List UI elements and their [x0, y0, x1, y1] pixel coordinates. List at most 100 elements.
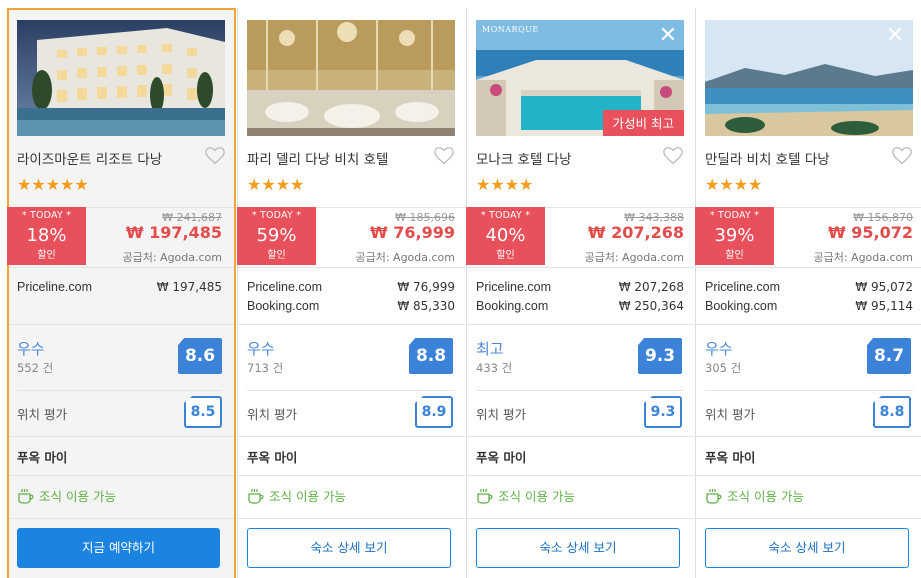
offer-list: Priceline.com ₩ 95,072 Booking.com ₩ 95,…: [705, 278, 913, 316]
divider: [705, 390, 913, 391]
hotel-card[interactable]: 라이즈마운트 리조트 다낭 ★★★★★ * TODAY * 18% 할인 ₩ 2…: [7, 8, 236, 578]
divider: [695, 436, 921, 437]
offer-row[interactable]: Booking.com ₩ 250,364: [476, 297, 684, 316]
divider: [9, 267, 234, 268]
deal-price[interactable]: ₩ 95,072: [828, 223, 913, 242]
location-rating-label: 위치 평가: [247, 407, 297, 422]
hotel-photo[interactable]: MONARQUE 가성비 최고: [476, 20, 684, 136]
area-name: 푸옥 마이: [247, 450, 298, 465]
offer-provider: Priceline.com: [247, 280, 323, 294]
divider: [9, 324, 234, 325]
hotel-card[interactable]: ✕ 만딜라 비치 호텔 다낭 ★★★★ * TODAY * 39% 할인 ₩ 1…: [695, 8, 921, 578]
offer-row[interactable]: Priceline.com ₩ 95,072: [705, 278, 913, 297]
review-score-badge: 8.7: [867, 338, 911, 374]
offer-row[interactable]: Priceline.com ₩ 76,999: [247, 278, 455, 297]
divider: [9, 518, 234, 519]
hotel-photo[interactable]: [247, 20, 455, 136]
location-score-badge: 8.5: [184, 396, 222, 428]
supplier-label: 공급처: Agoda.com: [813, 251, 913, 264]
divider: [695, 475, 921, 476]
star-rating: ★★★★: [247, 175, 305, 194]
location-rating-label: 위치 평가: [476, 407, 526, 422]
offer-provider: Booking.com: [705, 299, 778, 313]
discount-label: 할인: [496, 250, 515, 261]
card-divider: [466, 8, 467, 578]
review-count: 305 건: [705, 361, 742, 375]
divider: [17, 390, 222, 391]
offer-price: ₩ 197,485: [156, 280, 222, 294]
star-rating: ★★★★: [476, 175, 534, 194]
heart-icon[interactable]: [891, 145, 913, 167]
location-score-badge: 8.8: [873, 396, 911, 428]
divider: [237, 324, 465, 325]
offer-list: Priceline.com ₩ 76,999 Booking.com ₩ 85,…: [247, 278, 455, 316]
divider: [247, 390, 455, 391]
hotel-card[interactable]: MONARQUE 가성비 최고 ✕ 모나크 호텔 다낭 ★★★★ * TODAY…: [466, 8, 694, 578]
deal-price[interactable]: ₩ 76,999: [370, 223, 455, 242]
discount-label: 할인: [267, 250, 286, 261]
divider: [695, 267, 921, 268]
rating-word: 우수: [705, 340, 733, 358]
today-label: * TODAY *: [480, 210, 531, 221]
location-rating-label: 위치 평가: [17, 407, 67, 422]
close-icon[interactable]: ✕: [656, 24, 680, 48]
divider: [466, 518, 694, 519]
hotel-name[interactable]: 만딜라 비치 호텔 다낭: [705, 148, 830, 168]
offer-row[interactable]: Booking.com ₩ 95,114: [705, 297, 913, 316]
heart-icon[interactable]: [204, 145, 226, 167]
breakfast-label: 조식 이용 가능: [39, 489, 116, 504]
coffee-cup-icon: [706, 488, 722, 504]
divider: [466, 475, 694, 476]
area-name: 푸옥 마이: [476, 450, 527, 465]
hotel-name[interactable]: 파리 델리 다낭 비치 호텔: [247, 148, 388, 168]
today-label: * TODAY *: [709, 210, 760, 221]
best-value-ribbon: 가성비 최고: [602, 110, 684, 136]
supplier-label: 공급처: Agoda.com: [355, 251, 455, 264]
book-now-button[interactable]: 지금 예약하기: [17, 528, 220, 568]
breakfast-label: 조식 이용 가능: [498, 489, 575, 504]
deal-price[interactable]: ₩ 207,268: [588, 223, 684, 242]
location-rating-label: 위치 평가: [705, 407, 755, 422]
supplier-label: 공급처: Agoda.com: [584, 251, 684, 264]
hotel-photo[interactable]: [17, 20, 225, 136]
breakfast-info: 조식 이용 가능: [705, 486, 804, 505]
offer-price: ₩ 250,364: [618, 299, 684, 313]
breakfast-info: 조식 이용 가능: [247, 486, 346, 505]
discount-badge: * TODAY * 59% 할인: [237, 207, 316, 265]
hotel-name[interactable]: 라이즈마운트 리조트 다낭: [17, 148, 162, 168]
heart-icon[interactable]: [662, 145, 684, 167]
close-icon[interactable]: ✕: [883, 24, 907, 48]
review-score-badge: 9.3: [638, 338, 682, 374]
breakfast-info: 조식 이용 가능: [476, 486, 575, 505]
breakfast-label: 조식 이용 가능: [727, 489, 804, 504]
hotel-name[interactable]: 모나크 호텔 다낭: [476, 148, 572, 168]
view-details-button[interactable]: 숙소 상세 보기: [476, 528, 680, 568]
offer-row[interactable]: Booking.com ₩ 85,330: [247, 297, 455, 316]
star-rating: ★★★★: [705, 175, 763, 194]
discount-percent: 59%: [256, 225, 297, 246]
breakfast-label: 조식 이용 가능: [269, 489, 346, 504]
offer-provider: Priceline.com: [17, 280, 93, 294]
divider: [9, 475, 234, 476]
offer-row[interactable]: Priceline.com ₩ 207,268: [476, 278, 684, 297]
discount-percent: 39%: [714, 225, 755, 246]
offer-price: ₩ 85,330: [397, 299, 455, 313]
review-count: 433 건: [476, 361, 513, 375]
area-name: 푸옥 마이: [705, 450, 756, 465]
hotel-card[interactable]: 파리 델리 다낭 비치 호텔 ★★★★ * TODAY * 59% 할인 ₩ 1…: [237, 8, 465, 578]
star-rating: ★★★★★: [17, 175, 89, 194]
view-details-button[interactable]: 숙소 상세 보기: [705, 528, 909, 568]
discount-label: 할인: [725, 250, 744, 261]
divider: [695, 518, 921, 519]
offer-row[interactable]: Priceline.com ₩ 197,485: [17, 278, 222, 297]
divider: [466, 324, 694, 325]
divider: [466, 267, 694, 268]
breakfast-info: 조식 이용 가능: [17, 486, 116, 505]
heart-icon[interactable]: [433, 145, 455, 167]
hotel-photo[interactable]: [705, 20, 913, 136]
review-count: 713 건: [247, 361, 284, 375]
rating-word: 우수: [17, 340, 45, 358]
view-details-button[interactable]: 숙소 상세 보기: [247, 528, 451, 568]
deal-price[interactable]: ₩ 197,485: [126, 223, 222, 242]
offer-list: Priceline.com ₩ 197,485: [17, 278, 222, 297]
